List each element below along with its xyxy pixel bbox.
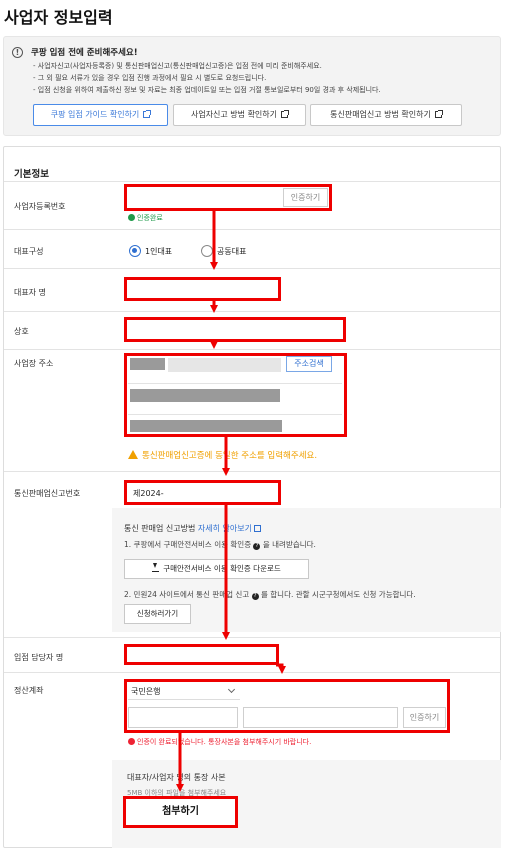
download-certificate-label: 구매안전서비스 이용 확인증 다운로드 bbox=[163, 564, 281, 573]
notice-box: ! 쿠팡 입점 전에 준비해주세요! - 사업자신고(사업자등록증) 및 통신판… bbox=[3, 36, 501, 136]
divider bbox=[4, 349, 500, 350]
rep-type-label: 대표구성 bbox=[14, 247, 44, 256]
ecom-reg-input[interactable]: 제2024- bbox=[124, 480, 281, 505]
address-line1-input[interactable] bbox=[130, 389, 280, 402]
coupang-guide-button[interactable]: 쿠팡 입점 가이드 확인하기 bbox=[33, 104, 168, 126]
address-line2-input[interactable] bbox=[130, 420, 282, 432]
company-label: 상호 bbox=[14, 327, 29, 336]
divider bbox=[4, 672, 500, 673]
guide-step1-text: 1. 쿠팡에서 구매안전서비스 이용 확인증 bbox=[124, 540, 252, 549]
radio-joint-rep[interactable] bbox=[201, 245, 213, 257]
rep-name-label: 대표자 명 bbox=[14, 288, 46, 297]
info-icon: ! bbox=[12, 47, 23, 58]
guide-step2-text: 2. 민원24 사이트에서 통신 판매업 신고 bbox=[124, 590, 250, 599]
radio-single-rep-label: 1인대표 bbox=[145, 247, 173, 256]
biz-report-guide-button[interactable]: 사업자신고 방법 확인하기 bbox=[173, 104, 306, 126]
check-circle-icon bbox=[128, 214, 135, 221]
external-link-icon bbox=[434, 110, 443, 118]
divider bbox=[128, 414, 342, 415]
external-link-icon bbox=[254, 525, 262, 532]
biz-reg-status-text: 인증완료 bbox=[137, 214, 163, 222]
guide-step2: 2. 민원24 사이트에서 통신 판매업 신고 ? 를 합니다. 관할 시군구청… bbox=[124, 589, 416, 600]
divider bbox=[4, 229, 500, 230]
divider bbox=[4, 637, 500, 638]
notice-line: - 사업자신고(사업자등록증) 및 통신판매업신고(통신판매업신고증)은 입점 … bbox=[33, 62, 322, 70]
company-input[interactable] bbox=[124, 317, 346, 342]
guide-more-link[interactable]: 자세히 알아보기 bbox=[198, 524, 252, 533]
account-verify-button[interactable]: 인증하기 bbox=[403, 707, 446, 728]
address-warning: 통신판매업신고증에 동일한 주소를 입력해주세요. bbox=[128, 449, 317, 461]
divider bbox=[128, 383, 342, 384]
error-icon bbox=[128, 738, 135, 745]
manager-input[interactable] bbox=[124, 644, 279, 665]
external-link-icon bbox=[281, 110, 290, 118]
guide-title-text: 통신 판매업 신고방법 bbox=[124, 524, 196, 533]
help-icon[interactable]: ? bbox=[253, 543, 261, 550]
coupang-guide-label: 쿠팡 입점 가이드 확인하기 bbox=[50, 110, 140, 119]
download-icon bbox=[152, 563, 160, 572]
biz-reg-status: 인증완료 bbox=[128, 213, 163, 223]
settlement-label: 정산계좌 bbox=[14, 686, 44, 695]
bank-select[interactable]: 국민은행 bbox=[128, 683, 240, 700]
download-certificate-button[interactable]: 구매안전서비스 이용 확인증 다운로드 bbox=[124, 559, 309, 579]
guide-title: 통신 판매업 신고방법 자세히 알아보기 bbox=[124, 523, 262, 534]
section-title: 기본정보 bbox=[14, 169, 49, 180]
ecom-report-guide-button[interactable]: 통신판매업신고 방법 확인하기 bbox=[310, 104, 462, 126]
address-zip-field bbox=[168, 358, 281, 372]
guide-step2-suffix: 를 합니다. 관할 시군구청에서도 신청 가능합니다. bbox=[261, 590, 416, 599]
radio-single-rep[interactable] bbox=[129, 245, 141, 257]
ecom-report-guide-label: 통신판매업신고 방법 확인하기 bbox=[330, 110, 431, 119]
divider bbox=[4, 471, 500, 472]
help-icon[interactable]: ? bbox=[251, 593, 259, 600]
ecom-reg-label: 통신판매업신고번호 bbox=[14, 489, 81, 498]
divider bbox=[4, 311, 500, 312]
biz-report-guide-label: 사업자신고 방법 확인하기 bbox=[190, 110, 278, 119]
divider bbox=[4, 268, 500, 269]
manager-label: 입점 담당자 명 bbox=[14, 653, 64, 662]
chevron-down-icon bbox=[227, 685, 236, 694]
apply-button[interactable]: 신청하러가기 bbox=[124, 604, 191, 624]
attach-title: 대표자/사업자 명의 통장 사본 bbox=[127, 773, 226, 782]
divider bbox=[4, 181, 500, 182]
notice-line: - 입점 신청을 위하여 제출하신 정보 및 자료는 최종 업데이트일 또는 입… bbox=[33, 86, 381, 94]
notice-title: 쿠팡 입점 전에 준비해주세요! bbox=[31, 48, 138, 58]
guide-step1-suffix: 을 내려받습니다. bbox=[262, 540, 316, 549]
external-link-icon bbox=[143, 110, 152, 118]
account-holder-input[interactable] bbox=[128, 707, 238, 728]
bank-select-value: 국민은행 bbox=[131, 687, 161, 696]
address-label: 사업장 주소 bbox=[14, 359, 54, 368]
attach-button[interactable]: 첨부하기 bbox=[123, 796, 238, 828]
biz-reg-input[interactable] bbox=[128, 188, 280, 207]
warning-icon bbox=[128, 450, 138, 459]
biz-reg-verify-button[interactable]: 인증하기 bbox=[283, 188, 328, 207]
account-number-input[interactable] bbox=[243, 707, 398, 728]
settlement-error: 인증이 완료되었습니다. 통장사본을 첨부해주시기 바랍니다. bbox=[128, 737, 311, 747]
address-warning-text: 통신판매업신고증에 동일한 주소를 입력해주세요. bbox=[142, 451, 318, 461]
address-zip-input[interactable] bbox=[130, 358, 165, 370]
rep-name-input[interactable] bbox=[124, 277, 281, 301]
address-search-button[interactable]: 주소검색 bbox=[286, 356, 332, 372]
radio-joint-rep-label: 공동대표 bbox=[217, 247, 247, 256]
settlement-error-text: 인증이 완료되었습니다. 통장사본을 첨부해주시기 바랍니다. bbox=[137, 738, 312, 746]
guide-step1: 1. 쿠팡에서 구매안전서비스 이용 확인증 ? 을 내려받습니다. bbox=[124, 539, 316, 550]
notice-line: - 그 외 필요 서류가 있을 경우 입점 진행 과정에서 필요 시 별도로 요… bbox=[33, 74, 267, 82]
biz-reg-label: 사업자등록번호 bbox=[14, 202, 66, 211]
page-title: 사업자 정보입력 bbox=[4, 8, 113, 27]
